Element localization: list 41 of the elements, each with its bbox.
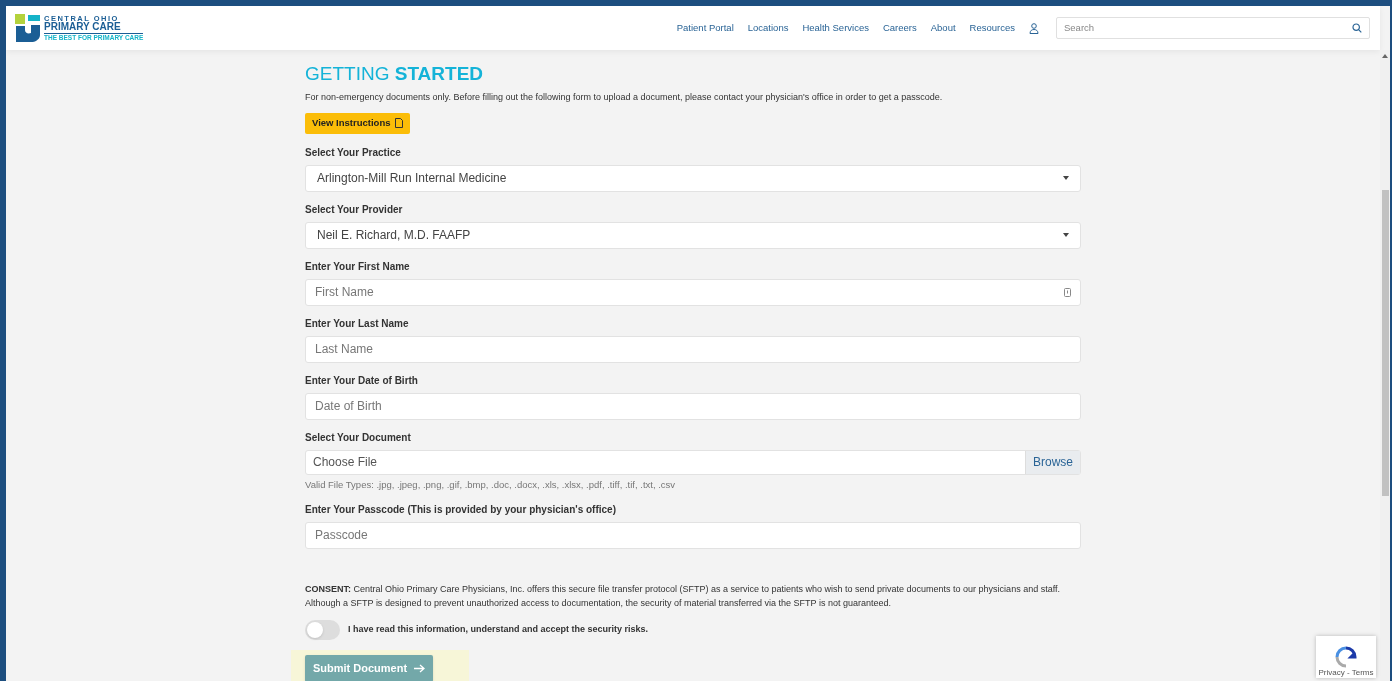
- select-field[interactable]: Neil E. Richard, M.D. FAAFP: [305, 221, 1081, 249]
- field-label: Enter Your Date of Birth: [305, 374, 419, 387]
- consent-label: I have read this information, understand and accept the security risks.: [348, 623, 649, 636]
- field-label: Select Your Document: [305, 431, 412, 444]
- field-label: Select Your Provider: [305, 203, 404, 216]
- nav-link[interactable]: About: [930, 20, 956, 36]
- page-heading: GETTING STARTED: [305, 63, 485, 85]
- field-label: Enter Your First Name: [305, 260, 411, 273]
- nav-link[interactable]: Careers: [882, 20, 917, 36]
- nav-link[interactable]: Resources: [969, 20, 1015, 36]
- field-label: Enter Your Last Name: [305, 317, 410, 330]
- consent-text: CONSENT: Central Ohio Primary Care Physicians, Inc. offers this secure file transfer protocol (SFTP) as a service to patients who wish to send private documents to our physicians and staff. Although a SFTP is designed to prevent unauthorized access to documentation, the security of material transferred via the SFTP is not guaranteed.: [305, 582, 1061, 610]
- field-label: Select Your Practice: [305, 146, 402, 159]
- search-icon: [1352, 23, 1362, 33]
- arrow-right-icon: [414, 663, 426, 673]
- logo-text: PRIMARY CARE: [44, 22, 144, 34]
- recaptcha-links[interactable]: Privacy - Terms: [1318, 668, 1374, 677]
- caret-icon: [1063, 233, 1069, 237]
- input-field[interactable]: First Name: [305, 278, 1081, 306]
- nav-link[interactable]: Health Services: [802, 20, 869, 36]
- input-field[interactable]: Date of Birth: [305, 392, 1081, 420]
- field-label: Enter Your Passcode (This is provided by your physician's office): [305, 503, 617, 516]
- document-icon: [395, 118, 404, 128]
- recaptcha-badge[interactable]: Privacy - Terms: [1316, 636, 1376, 678]
- nav-link[interactable]: Patient Portal: [676, 20, 734, 36]
- toggle-switch[interactable]: [305, 619, 340, 640]
- file-types-hint: Valid File Types: .jpg, .jpeg, .png, .gif, .bmp, .doc, .docx, .xls, .xlsx, .pdf, .tiff, .tif, .txt, .csv: [305, 477, 677, 492]
- caret-icon: [1063, 176, 1069, 180]
- logo-mark-icon: [15, 14, 41, 42]
- user-icon[interactable]: [1029, 22, 1039, 34]
- nav-link[interactable]: Locations: [747, 20, 789, 36]
- input-field[interactable]: Last Name: [305, 335, 1081, 363]
- intro-text: For non-emergency documents only. Before filling out the following form to upload a document, please contact your physician's office in order to get a passcode.: [305, 91, 944, 104]
- file-field[interactable]: Choose File Browse: [305, 449, 1081, 475]
- select-field[interactable]: Arlington-Mill Run Internal Medicine: [305, 164, 1081, 192]
- view-instructions-button[interactable]: View Instructions: [305, 112, 411, 134]
- recaptcha-icon: [1335, 646, 1357, 668]
- input-field[interactable]: Passcode: [305, 521, 1081, 549]
- search-field[interactable]: Search: [1056, 17, 1370, 39]
- browse-button[interactable]: Browse: [1025, 450, 1080, 474]
- scroll-up-icon[interactable]: [1382, 54, 1388, 58]
